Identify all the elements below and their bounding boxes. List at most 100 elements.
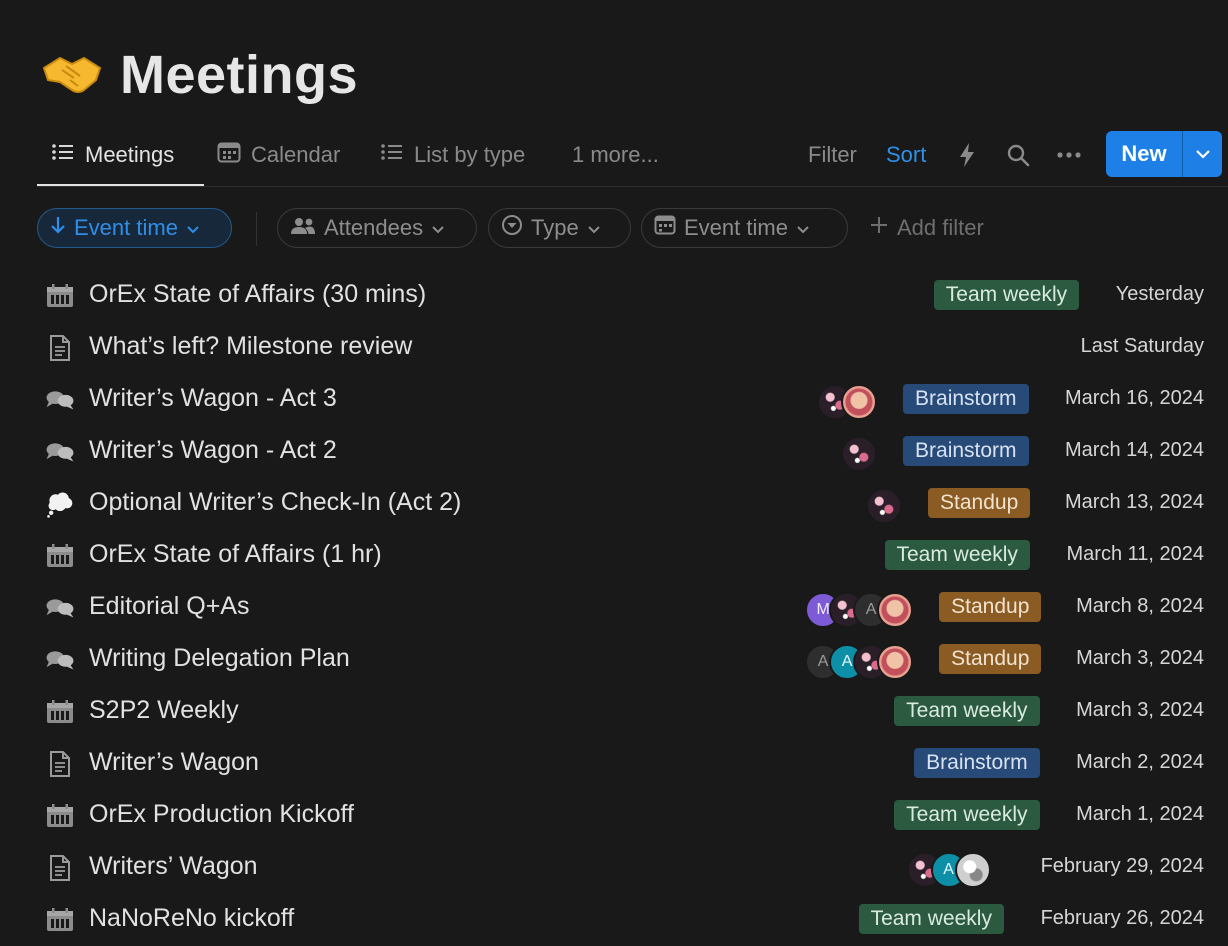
type-tag: Brainstorm [903, 384, 1029, 414]
list-icon [380, 142, 404, 168]
row-title[interactable]: Editorial Q+As [89, 592, 250, 621]
filter-divider [256, 212, 257, 246]
calendar-grid-icon [45, 906, 75, 934]
document-icon [45, 750, 75, 778]
type-tag: Team weekly [858, 904, 1004, 934]
avatar[interactable] [954, 852, 991, 888]
type-label: Type [531, 215, 579, 240]
tabs-divider [37, 186, 1228, 187]
plus-icon [869, 215, 889, 241]
tab-label: List by type [414, 142, 526, 167]
chevron-down-icon [431, 215, 445, 241]
table-row[interactable]: Writer’s Wagon - Act 3 March 16, 2024 Brai… [37, 374, 1228, 426]
table-row[interactable]: Writers’ Wagon February 29, 2024 A [37, 842, 1228, 894]
row-title[interactable]: Writer’s Wagon - Act 2 [89, 436, 337, 465]
attendee-avatars[interactable]: A [906, 852, 991, 888]
tab-meetings[interactable]: Meetings [51, 132, 174, 178]
attendee-avatars[interactable]: MA [805, 592, 914, 628]
avatar[interactable] [841, 436, 878, 472]
tab-label: Calendar [251, 142, 341, 167]
automation-lightning-icon[interactable] [956, 132, 978, 178]
type-tag: Team weekly [894, 696, 1040, 726]
row-event-time: February 29, 2024 [1040, 855, 1204, 877]
new-button[interactable]: New [1106, 131, 1222, 177]
thought-bubble-icon [45, 490, 75, 518]
calendar-icon [654, 215, 676, 241]
type-filter-pill[interactable]: Type [488, 208, 631, 248]
type-tag: Brainstorm [914, 748, 1040, 778]
tab-calendar[interactable]: Calendar [217, 132, 340, 178]
view-tabs: Meetings Calendar List by type 1 more... [37, 132, 1228, 188]
chat-bubbles-icon [45, 594, 75, 622]
table-row[interactable]: Writer’s Wagon - Act 2 March 14, 2024 Brai… [37, 426, 1228, 478]
table-row[interactable]: NaNoReNo kickoff February 26, 2024 Team we… [37, 894, 1228, 946]
new-button-label[interactable]: New [1106, 131, 1182, 177]
table-row[interactable]: Editorial Q+As March 8, 2024 Standup M A [37, 582, 1228, 634]
row-event-time: March 3, 2024 [1076, 699, 1204, 721]
table-row[interactable]: Writer’s Wagon March 2, 2024 Brainstorm [37, 738, 1228, 790]
event-time-filter-pill[interactable]: Event time [641, 208, 848, 248]
event-time-label: Event time [684, 215, 788, 240]
chat-bubbles-icon [45, 646, 75, 674]
table-row[interactable]: OrEx State of Affairs (30 mins) Yesterday… [37, 270, 1228, 322]
row-title[interactable]: Writer’s Wagon [89, 748, 259, 777]
type-tag: Standup [928, 488, 1031, 518]
filter-button[interactable]: Filter [808, 132, 857, 178]
row-title[interactable]: S2P2 Weekly [89, 696, 239, 725]
row-event-time: March 16, 2024 [1065, 387, 1204, 409]
select-circle-icon [501, 214, 523, 242]
table-row[interactable]: What’s left? Milestone review Last Saturd… [37, 322, 1228, 374]
table-row[interactable]: OrEx State of Affairs (1 hr) March 11, 20… [37, 530, 1228, 582]
table-row[interactable]: Optional Writer’s Check-In (Act 2) March … [37, 478, 1228, 530]
table-row[interactable]: Writing Delegation Plan March 3, 2024 Stan… [37, 634, 1228, 686]
chevron-down-icon[interactable] [1183, 131, 1222, 177]
avatar[interactable] [866, 488, 903, 524]
row-title[interactable]: NaNoReNo kickoff [89, 904, 294, 933]
row-title[interactable]: OrEx State of Affairs (30 mins) [89, 280, 426, 309]
sort-button[interactable]: Sort [886, 132, 926, 178]
row-event-time: March 3, 2024 [1076, 647, 1204, 669]
sort-event-time-pill[interactable]: Event time [37, 208, 232, 248]
attendee-avatars[interactable] [866, 488, 903, 524]
attendees-filter-pill[interactable]: Attendees [277, 208, 477, 248]
handshake-icon[interactable] [40, 43, 104, 107]
row-title[interactable]: Optional Writer’s Check-In (Act 2) [89, 488, 461, 517]
tab-label: 1 more... [572, 142, 659, 167]
type-tag: Standup [939, 592, 1042, 622]
chevron-down-icon [587, 215, 601, 241]
row-title[interactable]: What’s left? Milestone review [89, 332, 412, 361]
chevron-down-icon [186, 215, 200, 241]
row-title[interactable]: OrEx State of Affairs (1 hr) [89, 540, 382, 569]
tab-more[interactable]: 1 more... [572, 132, 659, 178]
tab-list-by-type[interactable]: List by type [380, 132, 525, 178]
calendar-grid-icon [45, 542, 75, 570]
table-row[interactable]: OrEx Production Kickoff March 1, 2024 Team… [37, 790, 1228, 842]
type-tag: Standup [939, 644, 1042, 674]
list-icon [51, 142, 75, 168]
row-title[interactable]: Writers’ Wagon [89, 852, 258, 881]
calendar-grid-icon [45, 282, 75, 310]
more-options-icon[interactable] [1056, 132, 1082, 178]
row-event-time: March 14, 2024 [1065, 439, 1204, 461]
page-title[interactable]: Meetings [120, 44, 358, 106]
avatar[interactable] [877, 644, 914, 680]
document-icon [45, 854, 75, 882]
attendee-avatars[interactable] [817, 384, 878, 420]
attendee-avatars[interactable] [841, 436, 878, 472]
table-row[interactable]: S2P2 Weekly March 3, 2024 Team weekly [37, 686, 1228, 738]
avatar[interactable] [841, 384, 878, 420]
row-event-time: Yesterday [1115, 283, 1204, 305]
type-tag: Team weekly [884, 540, 1030, 570]
row-title[interactable]: OrEx Production Kickoff [89, 800, 354, 829]
chevron-down-icon [796, 215, 810, 241]
row-event-time: March 1, 2024 [1076, 803, 1204, 825]
chat-bubbles-icon [45, 386, 75, 414]
attendee-avatars[interactable]: AA [805, 644, 914, 680]
row-title[interactable]: Writing Delegation Plan [89, 644, 350, 673]
avatar[interactable] [877, 592, 914, 628]
search-icon[interactable] [1006, 132, 1030, 178]
attendees-label: Attendees [324, 215, 424, 240]
calendar-grid-icon [45, 802, 75, 830]
row-title[interactable]: Writer’s Wagon - Act 3 [89, 384, 337, 413]
add-filter-button[interactable]: Add filter [869, 208, 984, 248]
